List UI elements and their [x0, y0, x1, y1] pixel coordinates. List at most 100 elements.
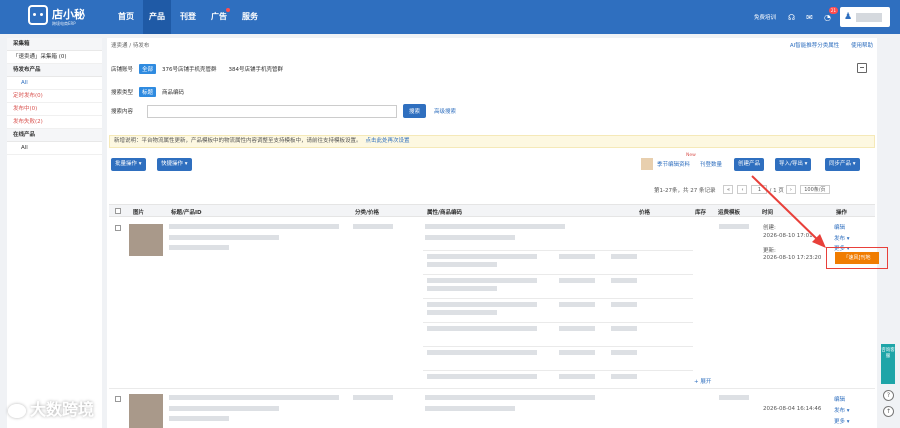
pager-size-select[interactable]: 100条/页	[799, 185, 830, 194]
col-title: 标题/产品ID	[171, 210, 202, 216]
edit-link[interactable]: 编辑	[834, 223, 845, 231]
more-dropdown[interactable]: 更多 ▾	[834, 417, 850, 425]
updated-label: 更新:	[763, 248, 776, 254]
subrow-divider	[423, 370, 693, 371]
main-nav: 首页 产品 刊登 广告 服务	[112, 0, 267, 34]
create-product-button[interactable]: 创建产品	[734, 158, 765, 171]
search-button[interactable]: 搜索	[403, 104, 427, 118]
sidebar-item-failed[interactable]: 发布失败(2)	[7, 116, 102, 129]
col-attributes: 属性/商品编码	[427, 210, 463, 216]
action-toolbar: 批量操作 ▾ 快捷操作 ▾ 季节编辑资料 New 刊登数量 创建产品 导入/导出…	[109, 153, 875, 172]
username-blurred	[856, 12, 883, 22]
pager-first[interactable]: «	[723, 185, 734, 194]
store-option-376[interactable]: 376号店铺手机壳管群	[162, 65, 217, 73]
bell-icon[interactable]: ◔ 21	[822, 6, 838, 23]
sidebar-item-online-all[interactable]: All	[7, 142, 102, 155]
price-blurred	[559, 374, 595, 379]
store-all-tag[interactable]: 全部	[139, 64, 157, 74]
top-navbar: 店小秘 跨境电商ERP 首页 产品 刊登 广告 服务 免费培训 ☊ ✉ ◔ 21 …	[0, 0, 900, 34]
pager-next[interactable]: ›	[785, 185, 796, 194]
stock-link[interactable]: 刊登数量	[700, 160, 722, 168]
new-badge: New	[686, 153, 696, 158]
sku-blurred	[427, 302, 537, 307]
pagination: 第1-27条，共 27 条记录 « ‹ 1 / 1 页 › 100条/页	[654, 185, 832, 194]
attribute-blurred	[425, 406, 515, 411]
price-blurred	[611, 350, 637, 355]
search-type-code[interactable]: 商品编码	[162, 88, 184, 96]
category-blurred	[353, 395, 393, 400]
season-link[interactable]: 季节编辑资料	[657, 160, 690, 168]
search-type-title-tag[interactable]: 标题	[139, 87, 157, 97]
product-image[interactable]	[129, 394, 163, 428]
category-blurred	[353, 224, 393, 229]
sidebar-item-pending-all[interactable]: All	[7, 77, 102, 90]
edit-link[interactable]: 编辑	[834, 395, 845, 403]
logo-name[interactable]: 店小秘	[52, 6, 85, 22]
select-all-checkbox[interactable]	[115, 208, 121, 214]
col-time: 时间	[762, 210, 774, 216]
import-export-button[interactable]: 导入/导出 ▾	[775, 158, 812, 171]
product-image[interactable]	[129, 224, 163, 256]
nav-listing[interactable]: 刊登	[174, 0, 202, 34]
publish-dropdown[interactable]: 发布 ▾	[834, 234, 850, 242]
quick-operation-button[interactable]: 快捷操作 ▾	[157, 158, 192, 171]
sidebar-group-pending: 待发布产品	[7, 64, 102, 77]
sku-blurred	[427, 326, 537, 331]
search-type-row: 搜索类型 标题 商品编码	[111, 87, 184, 97]
back-to-top-icon[interactable]: ↑	[883, 406, 894, 417]
sidebar-item-scheduled[interactable]: 定时发布(0)	[7, 90, 102, 103]
nav-home[interactable]: 首页	[112, 0, 140, 34]
message-icon[interactable]: ✉	[804, 12, 815, 23]
free-training-link[interactable]: 免费培训	[754, 13, 776, 21]
headset-icon[interactable]: ☊	[786, 12, 797, 23]
pager-page-input[interactable]: 1	[751, 185, 768, 194]
sku-blurred	[427, 310, 497, 315]
notice-link[interactable]: 点击此处再次设置	[366, 138, 410, 144]
aliexpress-publish-button[interactable]: 「速风]刊地	[835, 252, 879, 264]
help-icon[interactable]: ?	[883, 390, 894, 401]
col-price: 价格	[639, 210, 651, 216]
search-input[interactable]	[147, 104, 398, 118]
batch-operation-button[interactable]: 批量操作 ▾	[111, 158, 146, 171]
sidebar-item-publishing[interactable]: 发布中(0)	[7, 103, 102, 116]
expand-link[interactable]: + 展开	[694, 377, 711, 385]
user-icon: ♟	[844, 12, 853, 22]
nav-service[interactable]: 服务	[236, 0, 264, 34]
advanced-search-link[interactable]: 高级搜索	[434, 107, 456, 115]
publish-dropdown[interactable]: 发布 ▾	[834, 406, 850, 414]
price-blurred	[559, 350, 595, 355]
col-image: 图片	[133, 210, 145, 216]
row-checkbox[interactable]	[115, 225, 121, 231]
user-menu[interactable]: ♟	[840, 7, 890, 27]
price-blurred	[559, 302, 595, 307]
attribute-blurred	[425, 224, 565, 229]
pager-total: / 1 页	[769, 187, 784, 194]
shipping-blurred	[719, 224, 749, 229]
price-blurred	[611, 278, 637, 283]
column-settings-icon[interactable]	[857, 63, 867, 73]
price-blurred	[559, 254, 595, 259]
logo-subtitle: 跨境电商ERP	[52, 21, 76, 26]
sync-product-button[interactable]: 同步产品 ▾	[825, 158, 860, 171]
sidebar-item-collect-box[interactable]: 「速卖通」采集箱 (0)	[7, 51, 102, 64]
search-content-label: 搜索内容	[111, 109, 134, 115]
table-header: 图片 标题/产品ID 分类/价格 属性/商品编码 价格 库存 运费模板 时间 操…	[109, 204, 875, 217]
store-option-384[interactable]: 384号店铺手机壳管群	[229, 65, 284, 73]
attribute-blurred	[425, 395, 565, 400]
new-dot-icon	[226, 8, 230, 12]
customer-service-tab[interactable]: 咨询客服	[881, 344, 895, 384]
price-blurred	[611, 326, 637, 331]
product-id-blurred	[169, 406, 279, 411]
pager-prev[interactable]: ‹	[737, 185, 748, 194]
pager-summary: 第1-27条，共 27 条记录	[654, 187, 716, 194]
nav-ads[interactable]: 广告	[205, 0, 233, 34]
nav-product[interactable]: 产品	[143, 0, 171, 34]
store-label: 店铺账号	[111, 67, 134, 73]
row-checkbox[interactable]	[115, 396, 121, 402]
ai-recommend-link[interactable]: AI智能推荐分类属性	[790, 43, 839, 49]
sidebar: 采集箱 「速卖通」采集箱 (0) 待发布产品 All 定时发布(0) 发布中(0…	[7, 38, 102, 428]
notice-bar: 新增说明：平台物流属性更新，产品模板中的物流属性内容调整至支持模板中，请前往支持…	[109, 135, 875, 148]
product-title-blurred	[169, 395, 339, 400]
logo-robot-icon[interactable]	[28, 5, 48, 25]
help-link[interactable]: 使用帮助	[851, 43, 873, 49]
